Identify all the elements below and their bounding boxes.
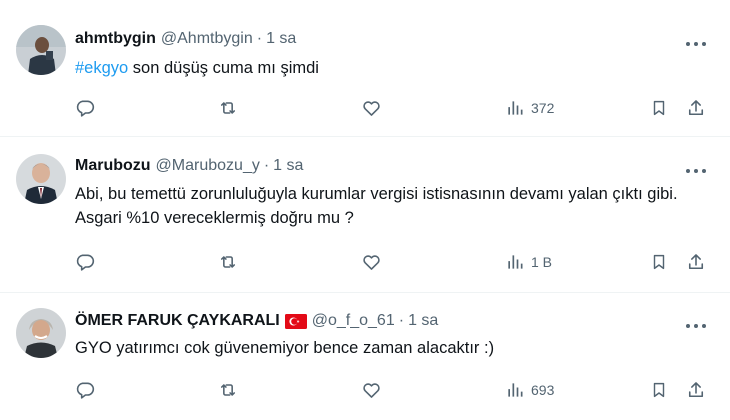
separator: · <box>256 30 263 47</box>
timestamp[interactable]: 1 sa <box>408 312 438 330</box>
views-button[interactable]: 693 <box>505 378 554 402</box>
tweet[interactable]: ahmtbygin @Ahmtbygin · 1 sa #ekgyo son d… <box>0 0 730 137</box>
tweet[interactable]: ÖMER FARUK ÇAYKARALI @o_f_o_61 · 1 sa GY… <box>0 293 730 420</box>
separator: · <box>263 157 270 174</box>
tweet-text: Abi, bu temettü zorunluluğuyla kurumlar … <box>75 185 678 227</box>
share-button[interactable] <box>686 96 706 120</box>
bookmark-button[interactable] <box>650 96 668 120</box>
like-icon <box>363 101 380 116</box>
display-name[interactable]: Marubozu <box>75 157 151 175</box>
hashtag-link[interactable]: #ekgyo <box>75 59 128 77</box>
more-icon[interactable] <box>684 318 708 328</box>
like-icon <box>363 383 380 398</box>
views-icon <box>508 255 523 269</box>
timestamp[interactable]: 1 sa <box>273 157 303 175</box>
handle[interactable]: @Marubozu_y <box>156 157 260 175</box>
like-icon <box>363 255 380 270</box>
retweet-icon <box>220 102 236 114</box>
bookmark-button[interactable] <box>650 250 668 274</box>
retweet-icon <box>220 256 236 268</box>
tweet-text: GYO yatırımcı cok güvenemiyor bence zama… <box>75 339 495 357</box>
views-count: 693 <box>531 382 555 398</box>
display-name[interactable]: ahmtbygin <box>75 30 156 48</box>
reply-button[interactable] <box>75 96 95 120</box>
more-icon[interactable] <box>684 163 708 173</box>
bookmark-icon <box>653 382 665 398</box>
timestamp[interactable]: 1 sa <box>266 30 296 48</box>
share-icon <box>688 100 704 116</box>
share-button[interactable] <box>686 250 706 274</box>
avatar[interactable] <box>16 154 66 204</box>
retweet-button[interactable] <box>217 378 239 402</box>
views-button[interactable]: 372 <box>505 96 554 120</box>
views-button[interactable]: 1 B <box>505 250 552 274</box>
action-bar: 693 <box>0 378 730 402</box>
bookmark-icon <box>653 100 665 116</box>
retweet-button[interactable] <box>217 250 239 274</box>
bookmark-button[interactable] <box>650 378 668 402</box>
action-bar: 372 <box>0 96 730 120</box>
views-count: 1 B <box>531 254 553 270</box>
bookmark-icon <box>653 254 665 270</box>
tweet-header: ahmtbygin @Ahmtbygin · 1 sa <box>75 30 296 48</box>
views-icon <box>508 101 523 115</box>
tweet-text: #ekgyo son düşüş cuma mı şimdi <box>75 56 705 80</box>
separator: · <box>398 312 405 329</box>
avatar[interactable] <box>16 308 66 358</box>
more-icon[interactable] <box>684 36 708 46</box>
action-bar: 1 B <box>0 250 730 274</box>
reply-button[interactable] <box>75 250 95 274</box>
reply-icon <box>76 254 95 271</box>
turkey-flag-icon <box>284 313 307 329</box>
avatar[interactable] <box>16 25 66 75</box>
views-count: 372 <box>531 100 555 116</box>
tweet[interactable]: Marubozu @Marubozu_y · 1 sa Abi, bu teme… <box>0 137 730 293</box>
display-name[interactable]: ÖMER FARUK ÇAYKARALI <box>75 312 280 330</box>
handle[interactable]: @o_f_o_61 <box>312 312 395 330</box>
tweet-header: ÖMER FARUK ÇAYKARALI @o_f_o_61 · 1 sa <box>75 312 438 330</box>
tweet-body: son düşüş cuma mı şimdi <box>128 59 319 77</box>
views-icon <box>508 383 523 397</box>
reply-icon <box>76 382 95 399</box>
like-button[interactable] <box>361 250 382 274</box>
reply-icon <box>76 100 95 117</box>
like-button[interactable] <box>361 96 382 120</box>
like-button[interactable] <box>361 378 382 402</box>
retweet-button[interactable] <box>217 96 239 120</box>
share-icon <box>688 382 704 398</box>
share-button[interactable] <box>686 378 706 402</box>
handle[interactable]: @Ahmtbygin <box>161 30 253 48</box>
tweet-header: Marubozu @Marubozu_y · 1 sa <box>75 157 303 175</box>
share-icon <box>688 254 704 270</box>
reply-button[interactable] <box>75 378 95 402</box>
retweet-icon <box>220 384 236 396</box>
